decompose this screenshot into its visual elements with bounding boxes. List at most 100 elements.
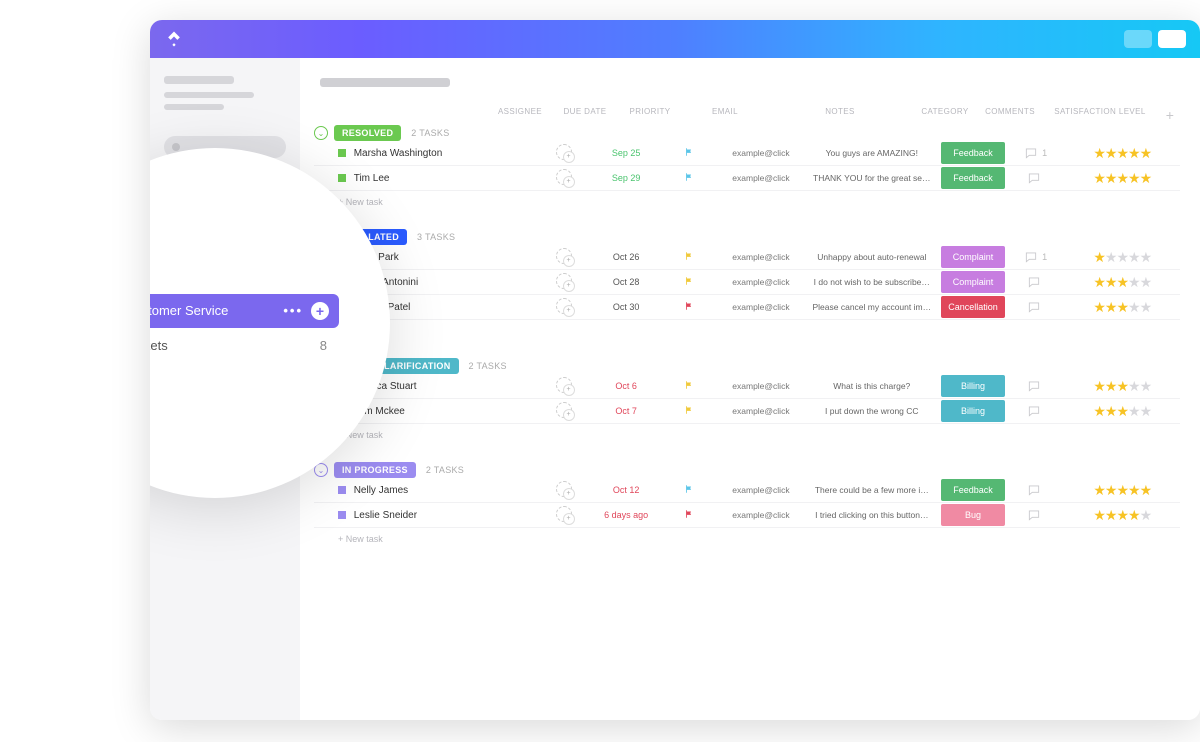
priority-cell[interactable] bbox=[660, 171, 718, 186]
list-tickets[interactable]: Tickets 8 bbox=[150, 328, 339, 353]
task-row[interactable]: Tessa AntoniniOct 28example@clickI do no… bbox=[314, 270, 1180, 295]
due-date-cell[interactable]: Oct 30 bbox=[592, 302, 659, 312]
group-label[interactable]: IN PROGRESS bbox=[334, 462, 416, 478]
assignee-cell[interactable] bbox=[535, 506, 593, 525]
new-task-button[interactable]: + New task bbox=[314, 320, 1180, 336]
folder-customer-service[interactable]: Customer Service ••• + bbox=[150, 294, 339, 328]
due-date-cell[interactable]: Oct 28 bbox=[592, 277, 659, 287]
add-column-button[interactable]: + bbox=[1160, 107, 1180, 123]
titlebar-pill-2[interactable] bbox=[1158, 30, 1186, 48]
list-label: Tickets bbox=[150, 338, 168, 353]
status-square-icon[interactable] bbox=[338, 149, 346, 157]
priority-cell[interactable] bbox=[660, 146, 718, 161]
task-name: Jessica Stuart bbox=[354, 381, 535, 392]
due-date-cell[interactable]: Oct 6 bbox=[592, 381, 659, 391]
assignee-cell[interactable] bbox=[535, 481, 593, 500]
group-toggle-icon[interactable]: ⌄ bbox=[314, 126, 328, 140]
priority-cell[interactable] bbox=[660, 379, 718, 394]
notes-cell: There could be a few more i… bbox=[804, 485, 939, 495]
comments-cell[interactable] bbox=[1007, 275, 1065, 289]
task-row[interactable]: Nelly James Oct 12 example@clickThere coul… bbox=[314, 478, 1180, 503]
category-cell[interactable]: Feedback bbox=[939, 142, 1006, 164]
comments-cell[interactable] bbox=[1007, 508, 1065, 522]
satisfaction-cell[interactable]: ★★★★★ bbox=[1064, 482, 1180, 499]
email-cell: example@click bbox=[718, 485, 805, 495]
status-square-icon[interactable] bbox=[338, 511, 346, 519]
category-cell[interactable]: Complaint bbox=[939, 246, 1006, 268]
sidebar-skeleton bbox=[164, 76, 234, 84]
assignee-cell[interactable] bbox=[535, 298, 593, 317]
assignee-avatar-icon bbox=[556, 169, 572, 185]
satisfaction-cell[interactable]: ★★★★★ bbox=[1064, 299, 1180, 316]
email-cell: example@click bbox=[718, 277, 805, 287]
task-row[interactable]: Jessica StuartOct 6example@clickWhat is … bbox=[314, 374, 1180, 399]
comments-cell[interactable]: 1 bbox=[1007, 250, 1065, 264]
comments-cell[interactable]: 1 bbox=[1007, 146, 1065, 160]
satisfaction-cell[interactable]: ★★★★★ bbox=[1064, 145, 1180, 162]
notes-cell: Unhappy about auto-renewal bbox=[804, 252, 939, 262]
priority-cell[interactable] bbox=[660, 483, 718, 498]
due-date-cell[interactable]: Oct 12 bbox=[592, 485, 659, 495]
task-row[interactable]: Tim LeeSep 29example@clickTHANK YOU for … bbox=[314, 166, 1180, 191]
assignee-avatar-icon bbox=[556, 273, 572, 289]
due-date-cell[interactable]: Sep 29 bbox=[592, 173, 659, 183]
status-square-icon[interactable] bbox=[338, 486, 346, 494]
comments-cell[interactable] bbox=[1007, 171, 1065, 185]
category-cell[interactable]: Feedback bbox=[939, 167, 1006, 189]
new-task-button[interactable]: + New task bbox=[314, 191, 1180, 207]
category-cell[interactable]: Cancellation bbox=[939, 296, 1006, 318]
satisfaction-cell[interactable]: ★★★★★ bbox=[1064, 507, 1180, 524]
col-notes: NOTES bbox=[770, 107, 910, 123]
task-name: Nelly James bbox=[354, 485, 535, 496]
assignee-cell[interactable] bbox=[535, 248, 593, 267]
priority-cell[interactable] bbox=[660, 508, 718, 523]
content-title-skeleton bbox=[320, 78, 450, 87]
satisfaction-cell[interactable]: ★★★★★ bbox=[1064, 378, 1180, 395]
status-square-icon[interactable] bbox=[338, 174, 346, 182]
due-date-cell[interactable]: Oct 7 bbox=[592, 406, 659, 416]
task-row[interactable]: Tom MckeeOct 7example@clickI put down th… bbox=[314, 399, 1180, 424]
satisfaction-cell[interactable]: ★★★★★ bbox=[1064, 249, 1180, 266]
assignee-cell[interactable] bbox=[535, 402, 593, 421]
category-cell[interactable]: Billing bbox=[939, 375, 1006, 397]
assignee-cell[interactable] bbox=[535, 273, 593, 292]
new-task-button[interactable]: + New task bbox=[314, 528, 1180, 544]
task-name: Tim Lee bbox=[354, 173, 535, 184]
category-cell[interactable]: Feedback bbox=[939, 479, 1006, 501]
assignee-cell[interactable] bbox=[535, 169, 593, 188]
task-row[interactable]: Natalie PatelOct 30example@clickPlease c… bbox=[314, 295, 1180, 320]
category-cell[interactable]: Billing bbox=[939, 400, 1006, 422]
satisfaction-cell[interactable]: ★★★★★ bbox=[1064, 170, 1180, 187]
task-row[interactable]: Kylie ParkOct 26example@clickUnhappy abo… bbox=[314, 245, 1180, 270]
assignee-avatar-icon bbox=[556, 506, 572, 522]
comments-cell[interactable] bbox=[1007, 483, 1065, 497]
folder-more-icon[interactable]: ••• bbox=[283, 303, 303, 318]
priority-cell[interactable] bbox=[660, 404, 718, 419]
satisfaction-cell[interactable]: ★★★★★ bbox=[1064, 403, 1180, 420]
due-date-cell[interactable]: Sep 25 bbox=[592, 148, 659, 158]
comments-cell[interactable] bbox=[1007, 300, 1065, 314]
email-cell: example@click bbox=[718, 406, 805, 416]
col-assignee: ASSIGNEE bbox=[490, 107, 550, 123]
task-row[interactable]: Leslie Sneider6 days agoexample@clickI t… bbox=[314, 503, 1180, 528]
priority-cell[interactable] bbox=[660, 300, 718, 315]
satisfaction-cell[interactable]: ★★★★★ bbox=[1064, 274, 1180, 291]
group-label[interactable]: RESOLVED bbox=[334, 125, 401, 141]
assignee-cell[interactable] bbox=[535, 377, 593, 396]
priority-cell[interactable] bbox=[660, 250, 718, 265]
col-satisfaction: SATISFACTION LEVEL bbox=[1040, 107, 1160, 123]
comments-cell[interactable] bbox=[1007, 404, 1065, 418]
group-count: 3 TASKS bbox=[417, 232, 455, 242]
due-date-cell[interactable]: Oct 26 bbox=[592, 252, 659, 262]
task-row[interactable]: Marsha WashingtonSep 25example@clickYou … bbox=[314, 141, 1180, 166]
folder-label: Customer Service bbox=[150, 303, 228, 318]
titlebar-pill-1[interactable] bbox=[1124, 30, 1152, 48]
category-cell[interactable]: Bug bbox=[939, 504, 1006, 526]
priority-cell[interactable] bbox=[660, 275, 718, 290]
folder-add-button[interactable]: + bbox=[311, 302, 329, 320]
due-date-cell[interactable]: 6 days ago bbox=[592, 510, 659, 520]
assignee-cell[interactable] bbox=[535, 144, 593, 163]
comments-cell[interactable] bbox=[1007, 379, 1065, 393]
new-task-button[interactable]: + New task bbox=[314, 424, 1180, 440]
category-cell[interactable]: Complaint bbox=[939, 271, 1006, 293]
